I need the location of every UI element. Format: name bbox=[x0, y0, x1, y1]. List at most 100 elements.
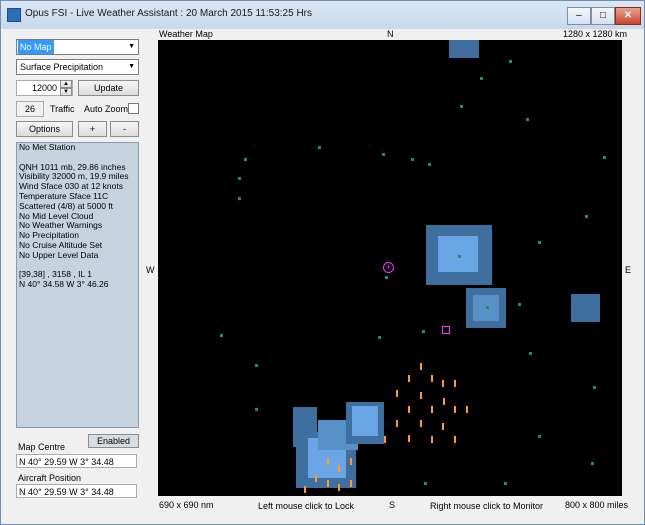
left-click-hint: Left mouse click to Lock bbox=[258, 501, 355, 511]
station-dot bbox=[509, 60, 512, 63]
close-button[interactable]: ✕ bbox=[615, 7, 641, 25]
aircraft-position-label: Aircraft Position bbox=[18, 473, 82, 483]
rain-mark bbox=[304, 486, 306, 493]
app-window: Opus FSI - Live Weather Assistant : 20 M… bbox=[0, 0, 645, 525]
station-dot bbox=[591, 462, 594, 465]
station-dot bbox=[422, 330, 425, 333]
rain-mark bbox=[327, 480, 329, 487]
chevron-down-icon: ▼ bbox=[128, 43, 135, 50]
station-dot bbox=[238, 197, 241, 200]
map-centre-enabled-button[interactable]: Enabled bbox=[88, 434, 139, 448]
options-button[interactable]: Options bbox=[16, 121, 73, 137]
map-size-miles: 800 x 800 miles bbox=[565, 500, 629, 510]
layer-select[interactable]: Surface Precipitation ▼ bbox=[16, 59, 139, 75]
waypoint-icon bbox=[442, 326, 450, 334]
station-dot bbox=[378, 336, 381, 339]
traffic-count: 26 bbox=[16, 101, 44, 117]
rain-mark bbox=[408, 375, 410, 382]
title-bar[interactable]: Opus FSI - Live Weather Assistant : 20 M… bbox=[1, 1, 644, 29]
station-dot bbox=[538, 241, 541, 244]
station-dot bbox=[244, 158, 247, 161]
zoom-out-button[interactable]: - bbox=[110, 121, 139, 137]
rain-mark bbox=[315, 475, 317, 482]
station-dot bbox=[428, 163, 431, 166]
zoom-in-button[interactable]: + bbox=[78, 121, 107, 137]
station-dot bbox=[518, 303, 521, 306]
info-line: N 40° 34.58 W 3° 46.26 bbox=[19, 279, 109, 290]
map-range-label: 1280 x 1280 km bbox=[563, 29, 628, 39]
info-line: No Upper Level Data bbox=[19, 249, 99, 260]
altitude-down-icon[interactable]: ▼ bbox=[60, 88, 72, 96]
right-click-hint: Right mouse click to Monitor bbox=[430, 501, 544, 511]
compass-east: E bbox=[625, 265, 632, 275]
info-line: No Met Station bbox=[19, 142, 76, 152]
aircraft-icon: + bbox=[383, 262, 394, 273]
station-dot bbox=[460, 105, 463, 108]
rain-mark bbox=[327, 458, 329, 465]
traffic-label: Traffic bbox=[50, 104, 75, 114]
map-select[interactable]: No Map ▼ bbox=[16, 39, 139, 55]
maximize-button[interactable]: □ bbox=[591, 7, 615, 25]
station-dot bbox=[424, 482, 427, 485]
rain-mark bbox=[396, 420, 398, 427]
rain-mark bbox=[350, 458, 352, 465]
station-dot bbox=[255, 408, 258, 411]
rain-mark bbox=[431, 375, 433, 382]
station-dot bbox=[382, 153, 385, 156]
station-dot bbox=[486, 306, 489, 309]
rain-mark bbox=[338, 465, 340, 472]
compass-north: N bbox=[387, 29, 394, 39]
rain-mark bbox=[384, 436, 386, 443]
window-title: Opus FSI - Live Weather Assistant : 20 M… bbox=[25, 8, 312, 19]
map-select-value: No Map bbox=[18, 40, 54, 54]
cloud-cell bbox=[352, 406, 378, 436]
weather-map[interactable]: + bbox=[158, 40, 622, 496]
rain-mark bbox=[350, 480, 352, 487]
station-dot bbox=[458, 255, 461, 258]
traffic-count-value: 26 bbox=[24, 104, 35, 114]
station-dot bbox=[385, 276, 388, 279]
rain-mark bbox=[431, 406, 433, 413]
rain-mark bbox=[420, 420, 422, 427]
rain-mark bbox=[442, 423, 444, 430]
rain-mark bbox=[420, 392, 422, 399]
station-dot bbox=[255, 364, 258, 367]
rain-mark bbox=[431, 436, 433, 443]
rain-mark bbox=[454, 436, 456, 443]
station-dot bbox=[526, 118, 529, 121]
station-dot bbox=[504, 482, 507, 485]
map-centre-field[interactable]: N 40° 29.59 W 3° 34.48 bbox=[16, 454, 137, 468]
station-dot bbox=[593, 386, 596, 389]
app-icon bbox=[7, 8, 21, 22]
rain-mark bbox=[442, 380, 444, 387]
update-button[interactable]: Update bbox=[78, 80, 139, 96]
aircraft-position-field[interactable]: N 40° 29.59 W 3° 34.48 bbox=[16, 484, 137, 498]
layer-select-value: Surface Precipitation bbox=[20, 62, 104, 72]
rain-mark bbox=[454, 380, 456, 387]
station-dot bbox=[529, 352, 532, 355]
minimize-button[interactable]: – bbox=[567, 7, 591, 25]
weather-info-panel: No Met Station QNH 1011 mb, 29.86 inches… bbox=[16, 142, 139, 428]
station-dot bbox=[220, 334, 223, 337]
cloud-cell bbox=[438, 236, 478, 272]
rain-mark bbox=[408, 435, 410, 442]
rain-mark bbox=[443, 398, 445, 405]
station-dot bbox=[585, 215, 588, 218]
rain-mark bbox=[454, 406, 456, 413]
rain-mark bbox=[338, 484, 340, 491]
chevron-down-icon: ▼ bbox=[128, 63, 135, 70]
cloud-cell bbox=[449, 40, 479, 58]
auto-zoom-checkbox[interactable] bbox=[128, 103, 139, 114]
map-size-nm: 690 x 690 nm bbox=[159, 500, 214, 510]
rain-mark bbox=[466, 406, 468, 413]
station-dot bbox=[411, 158, 414, 161]
cloud-cell bbox=[571, 294, 600, 322]
compass-south: S bbox=[389, 500, 396, 510]
compass-west: W bbox=[146, 265, 155, 275]
rain-mark bbox=[408, 406, 410, 413]
station-dot bbox=[318, 146, 321, 149]
map-centre-label: Map Centre bbox=[18, 442, 66, 452]
rain-mark bbox=[396, 390, 398, 397]
altitude-up-icon[interactable]: ▲ bbox=[60, 80, 72, 88]
station-dot bbox=[480, 77, 483, 80]
